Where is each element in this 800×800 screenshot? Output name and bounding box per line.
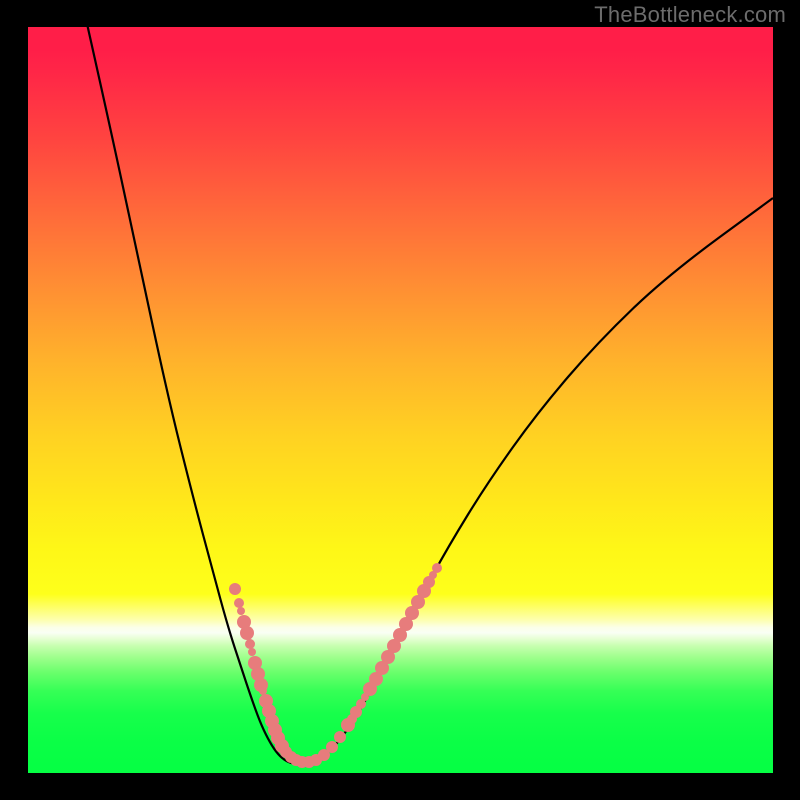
bead-dot [237,607,245,615]
chart-frame: TheBottleneck.com [0,0,800,800]
bead-dot [334,731,346,743]
bead-dot [240,626,254,640]
v-curve-path [81,0,773,765]
bead-dot [229,583,241,595]
bead-dot [234,598,244,608]
bead-dot [432,563,442,573]
bead-dot [259,687,267,695]
bead-dot [248,648,256,656]
curve-layer [28,27,773,773]
bead-group [229,563,442,768]
bead-dot [245,639,255,649]
bead-dot [326,741,338,753]
watermark-text: TheBottleneck.com [594,2,786,28]
plot-area [28,27,773,773]
